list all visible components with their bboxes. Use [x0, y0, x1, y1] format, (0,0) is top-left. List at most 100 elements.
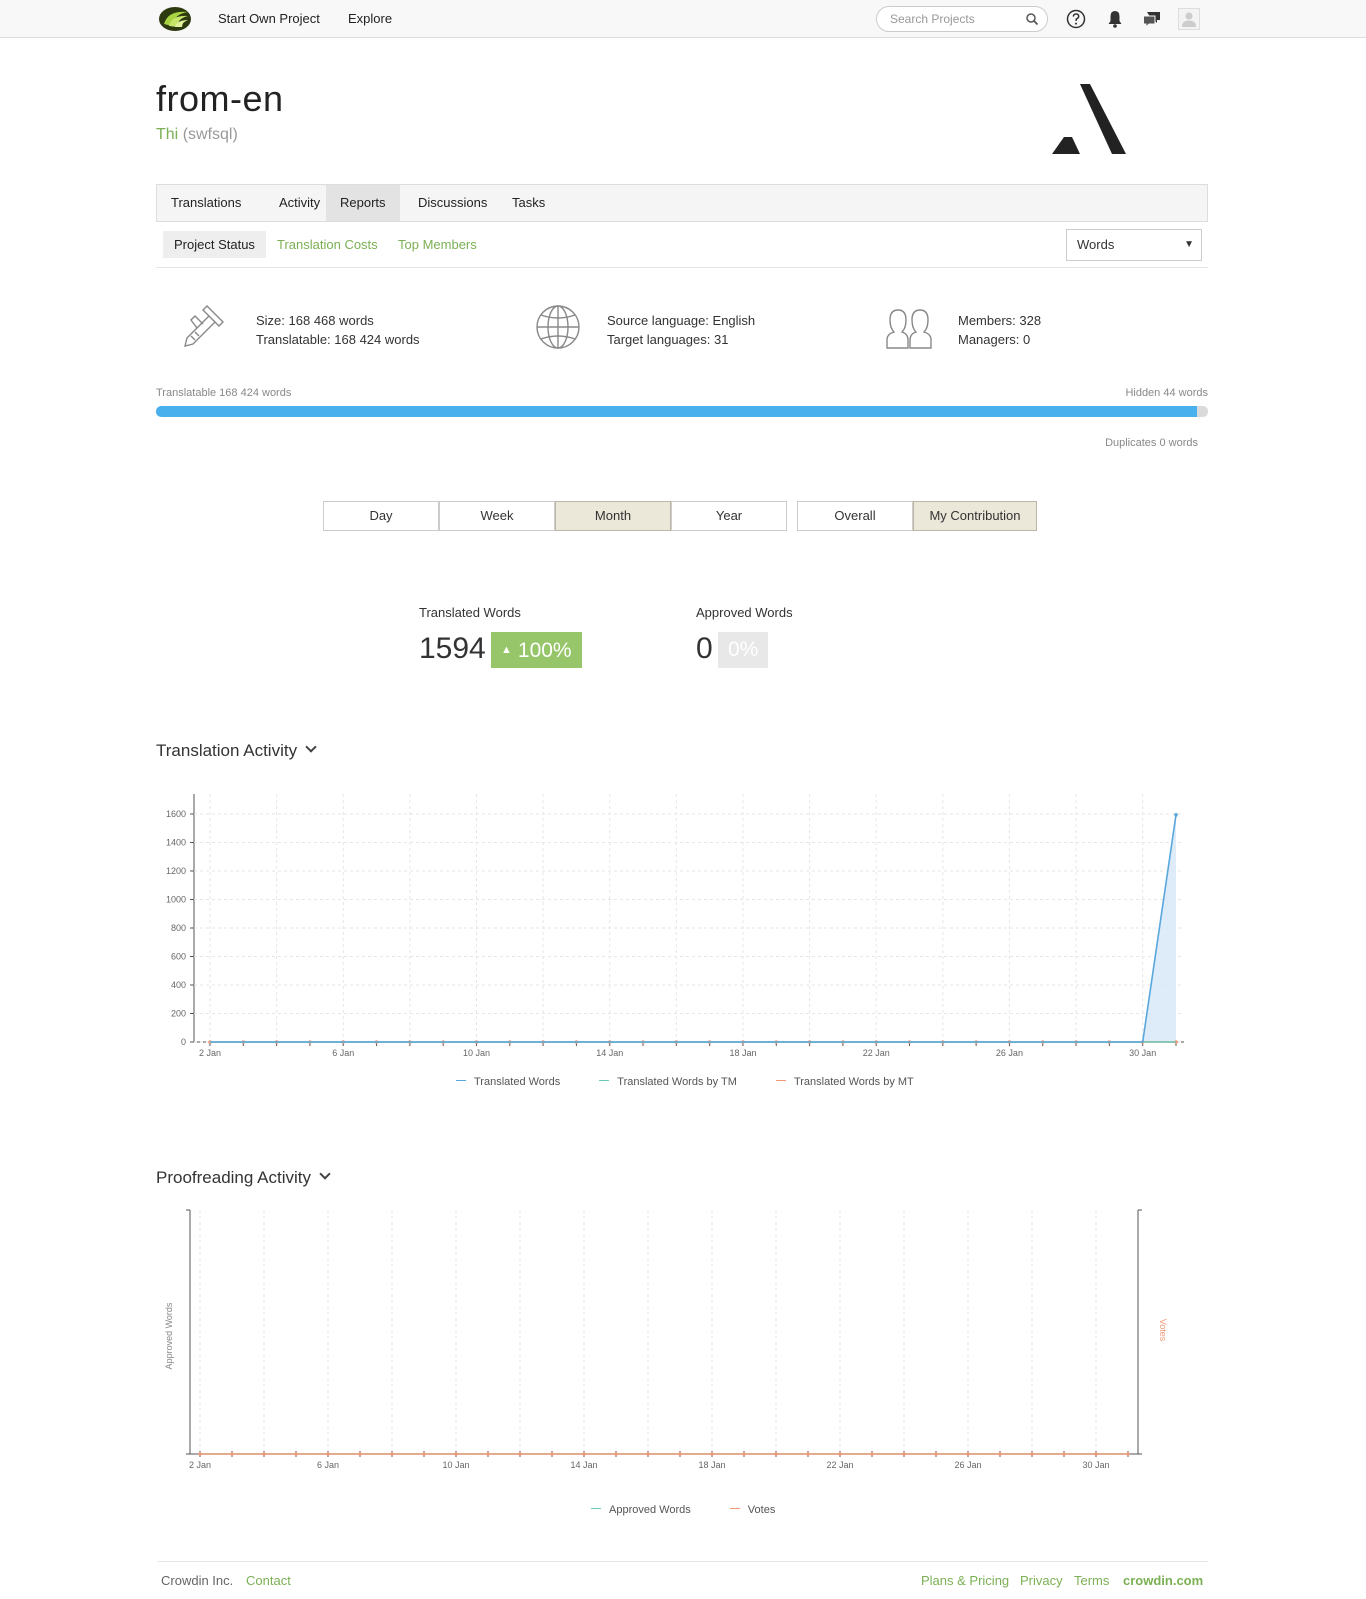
data-point: [614, 1452, 618, 1456]
approved-words-value: 0: [696, 632, 713, 665]
data-point: [262, 1452, 266, 1456]
period-day-button[interactable]: Day: [323, 501, 439, 531]
data-point: [1174, 813, 1178, 817]
y-axis-label: Approved Words: [164, 1302, 174, 1369]
data-point: [806, 1452, 810, 1456]
tab-reports[interactable]: Reports: [326, 185, 400, 221]
duplicates-label: Duplicates 0 words: [1105, 437, 1198, 449]
project-tabs: Translations Activity Reports Discussion…: [156, 184, 1208, 222]
translated-words-value: 1594: [419, 632, 486, 665]
footer-terms-link[interactable]: Terms: [1074, 1573, 1109, 1588]
x-tick-label: 2 Jan: [189, 1460, 211, 1470]
translated-change-badge: ▲ 100%: [491, 632, 582, 668]
proofreading-activity-title[interactable]: Proofreading Activity: [156, 1168, 331, 1188]
chevron-down-icon: [319, 1168, 331, 1180]
scope-overall-button[interactable]: Overall: [797, 501, 913, 531]
y-tick-label: 400: [171, 980, 186, 990]
footer-plans-link[interactable]: Plans & Pricing: [921, 1573, 1009, 1588]
data-point: [902, 1452, 906, 1456]
data-point: [326, 1452, 330, 1456]
tab-tasks[interactable]: Tasks: [498, 185, 559, 221]
legend-translated-words-label: Translated Words: [474, 1076, 561, 1088]
data-point: [550, 1452, 554, 1456]
messages-icon[interactable]: [1141, 8, 1163, 30]
subtab-project-status[interactable]: Project Status: [163, 231, 266, 258]
data-point: [710, 1452, 714, 1456]
data-point: [230, 1452, 234, 1456]
translated-change-value: 100%: [517, 639, 572, 662]
footer-site-link[interactable]: crowdin.com: [1123, 1573, 1203, 1588]
legend-translated-words[interactable]: Translated Words: [456, 1076, 560, 1088]
search-input[interactable]: [890, 12, 1020, 26]
legend-approved-words[interactable]: Approved Words: [591, 1504, 691, 1516]
period-month-button[interactable]: Month: [555, 501, 671, 531]
hidden-words-label: Hidden 44 words: [1125, 387, 1208, 399]
approved-words-label: Approved Words: [696, 605, 793, 620]
words-progress-fill: [156, 406, 1198, 417]
legend-votes[interactable]: Votes: [729, 1504, 775, 1516]
avatar[interactable]: [1178, 8, 1200, 30]
words-progress-bar: [156, 406, 1208, 417]
approved-change-badge: 0%: [718, 632, 769, 668]
scope-my-contribution-button[interactable]: My Contribution: [913, 501, 1037, 531]
crowdin-logo-icon[interactable]: [158, 6, 192, 32]
footer-privacy-link[interactable]: Privacy: [1020, 1573, 1063, 1588]
size-text: Size: 168 468 words: [256, 313, 374, 328]
proofreading-activity-chart: 2 Jan 6 Jan 10 Jan 14 Jan 18 Jan 22 Jan 26 Jan…: [164, 1209, 1168, 1470]
legend-translated-tm-label: Translated Words by TM: [617, 1076, 737, 1088]
search-icon[interactable]: [1025, 12, 1039, 26]
x-tick-label: 6 Jan: [317, 1460, 339, 1470]
footer-contact-link[interactable]: Contact: [246, 1573, 291, 1588]
arrow-up-icon: ▲: [501, 644, 512, 656]
data-point: [966, 1452, 970, 1456]
data-point: [1126, 1452, 1130, 1456]
owner-name[interactable]: Thi: [156, 126, 178, 143]
members-text: Members: 328: [958, 313, 1042, 328]
x-tick-label: 14 Jan: [570, 1460, 597, 1470]
translatable-words-label: Translatable 168 424 words: [156, 387, 292, 399]
proofreading-activity-label: Proofreading Activity: [156, 1168, 311, 1187]
explore-link[interactable]: Explore: [348, 11, 392, 26]
project-owner[interactable]: Thi (swfsql): [156, 126, 238, 144]
data-point: [198, 1452, 202, 1456]
data-point: [774, 1452, 778, 1456]
subtab-translation-costs[interactable]: Translation Costs: [266, 231, 389, 258]
data-point: [934, 1452, 938, 1456]
tab-activity[interactable]: Activity: [265, 185, 334, 221]
data-point: [646, 1452, 650, 1456]
y2-axis-label: Votes: [1158, 1319, 1168, 1342]
legend-translated-mt[interactable]: Translated Words by MT: [775, 1076, 914, 1088]
x-tick-label: 10 Jan: [442, 1460, 469, 1470]
unit-select[interactable]: Words ▼: [1066, 229, 1202, 261]
unit-select-value: Words: [1077, 237, 1115, 252]
y-tick-label: 1400: [166, 838, 186, 848]
footer-company: Crowdin Inc.: [161, 1573, 234, 1588]
notifications-bell-icon[interactable]: [1104, 8, 1126, 30]
caliper-icon: [184, 305, 224, 347]
data-point: [838, 1452, 842, 1456]
data-point: [422, 1452, 426, 1456]
language-stats: Source language: English Target language…: [607, 311, 755, 349]
tab-discussions[interactable]: Discussions: [404, 185, 501, 221]
x-tick-label: 6 Jan: [332, 1048, 354, 1058]
report-subtabs: Project Status Translation Costs Top Mem…: [156, 230, 1208, 268]
top-navbar: Start Own Project Explore: [0, 0, 1366, 38]
start-own-project-link[interactable]: Start Own Project: [218, 11, 320, 26]
y-tick-label: 1600: [166, 809, 186, 819]
period-year-button[interactable]: Year: [671, 501, 787, 531]
translation-activity-chart: 0 200 400 600 800 1000 1200 1400 1600 2 Jan 6 Jan 1…: [166, 794, 1184, 1058]
globe-icon: [536, 305, 580, 349]
x-tick-label: 18 Jan: [698, 1460, 725, 1470]
translatable-text: Translatable: 168 424 words: [256, 332, 420, 347]
legend-translated-tm[interactable]: Translated Words by TM: [599, 1076, 737, 1088]
y-tick-label: 1200: [166, 866, 186, 876]
x-tick-label: 2 Jan: [199, 1048, 221, 1058]
chevron-down-icon: ▼: [1184, 239, 1194, 250]
subtab-top-members[interactable]: Top Members: [387, 231, 488, 258]
user-avatar-icon: [1182, 12, 1196, 27]
period-week-button[interactable]: Week: [439, 501, 555, 531]
tab-translations[interactable]: Translations: [157, 185, 255, 221]
translation-activity-title[interactable]: Translation Activity: [156, 741, 317, 761]
members-icon: [886, 309, 932, 349]
help-icon[interactable]: [1065, 8, 1087, 30]
